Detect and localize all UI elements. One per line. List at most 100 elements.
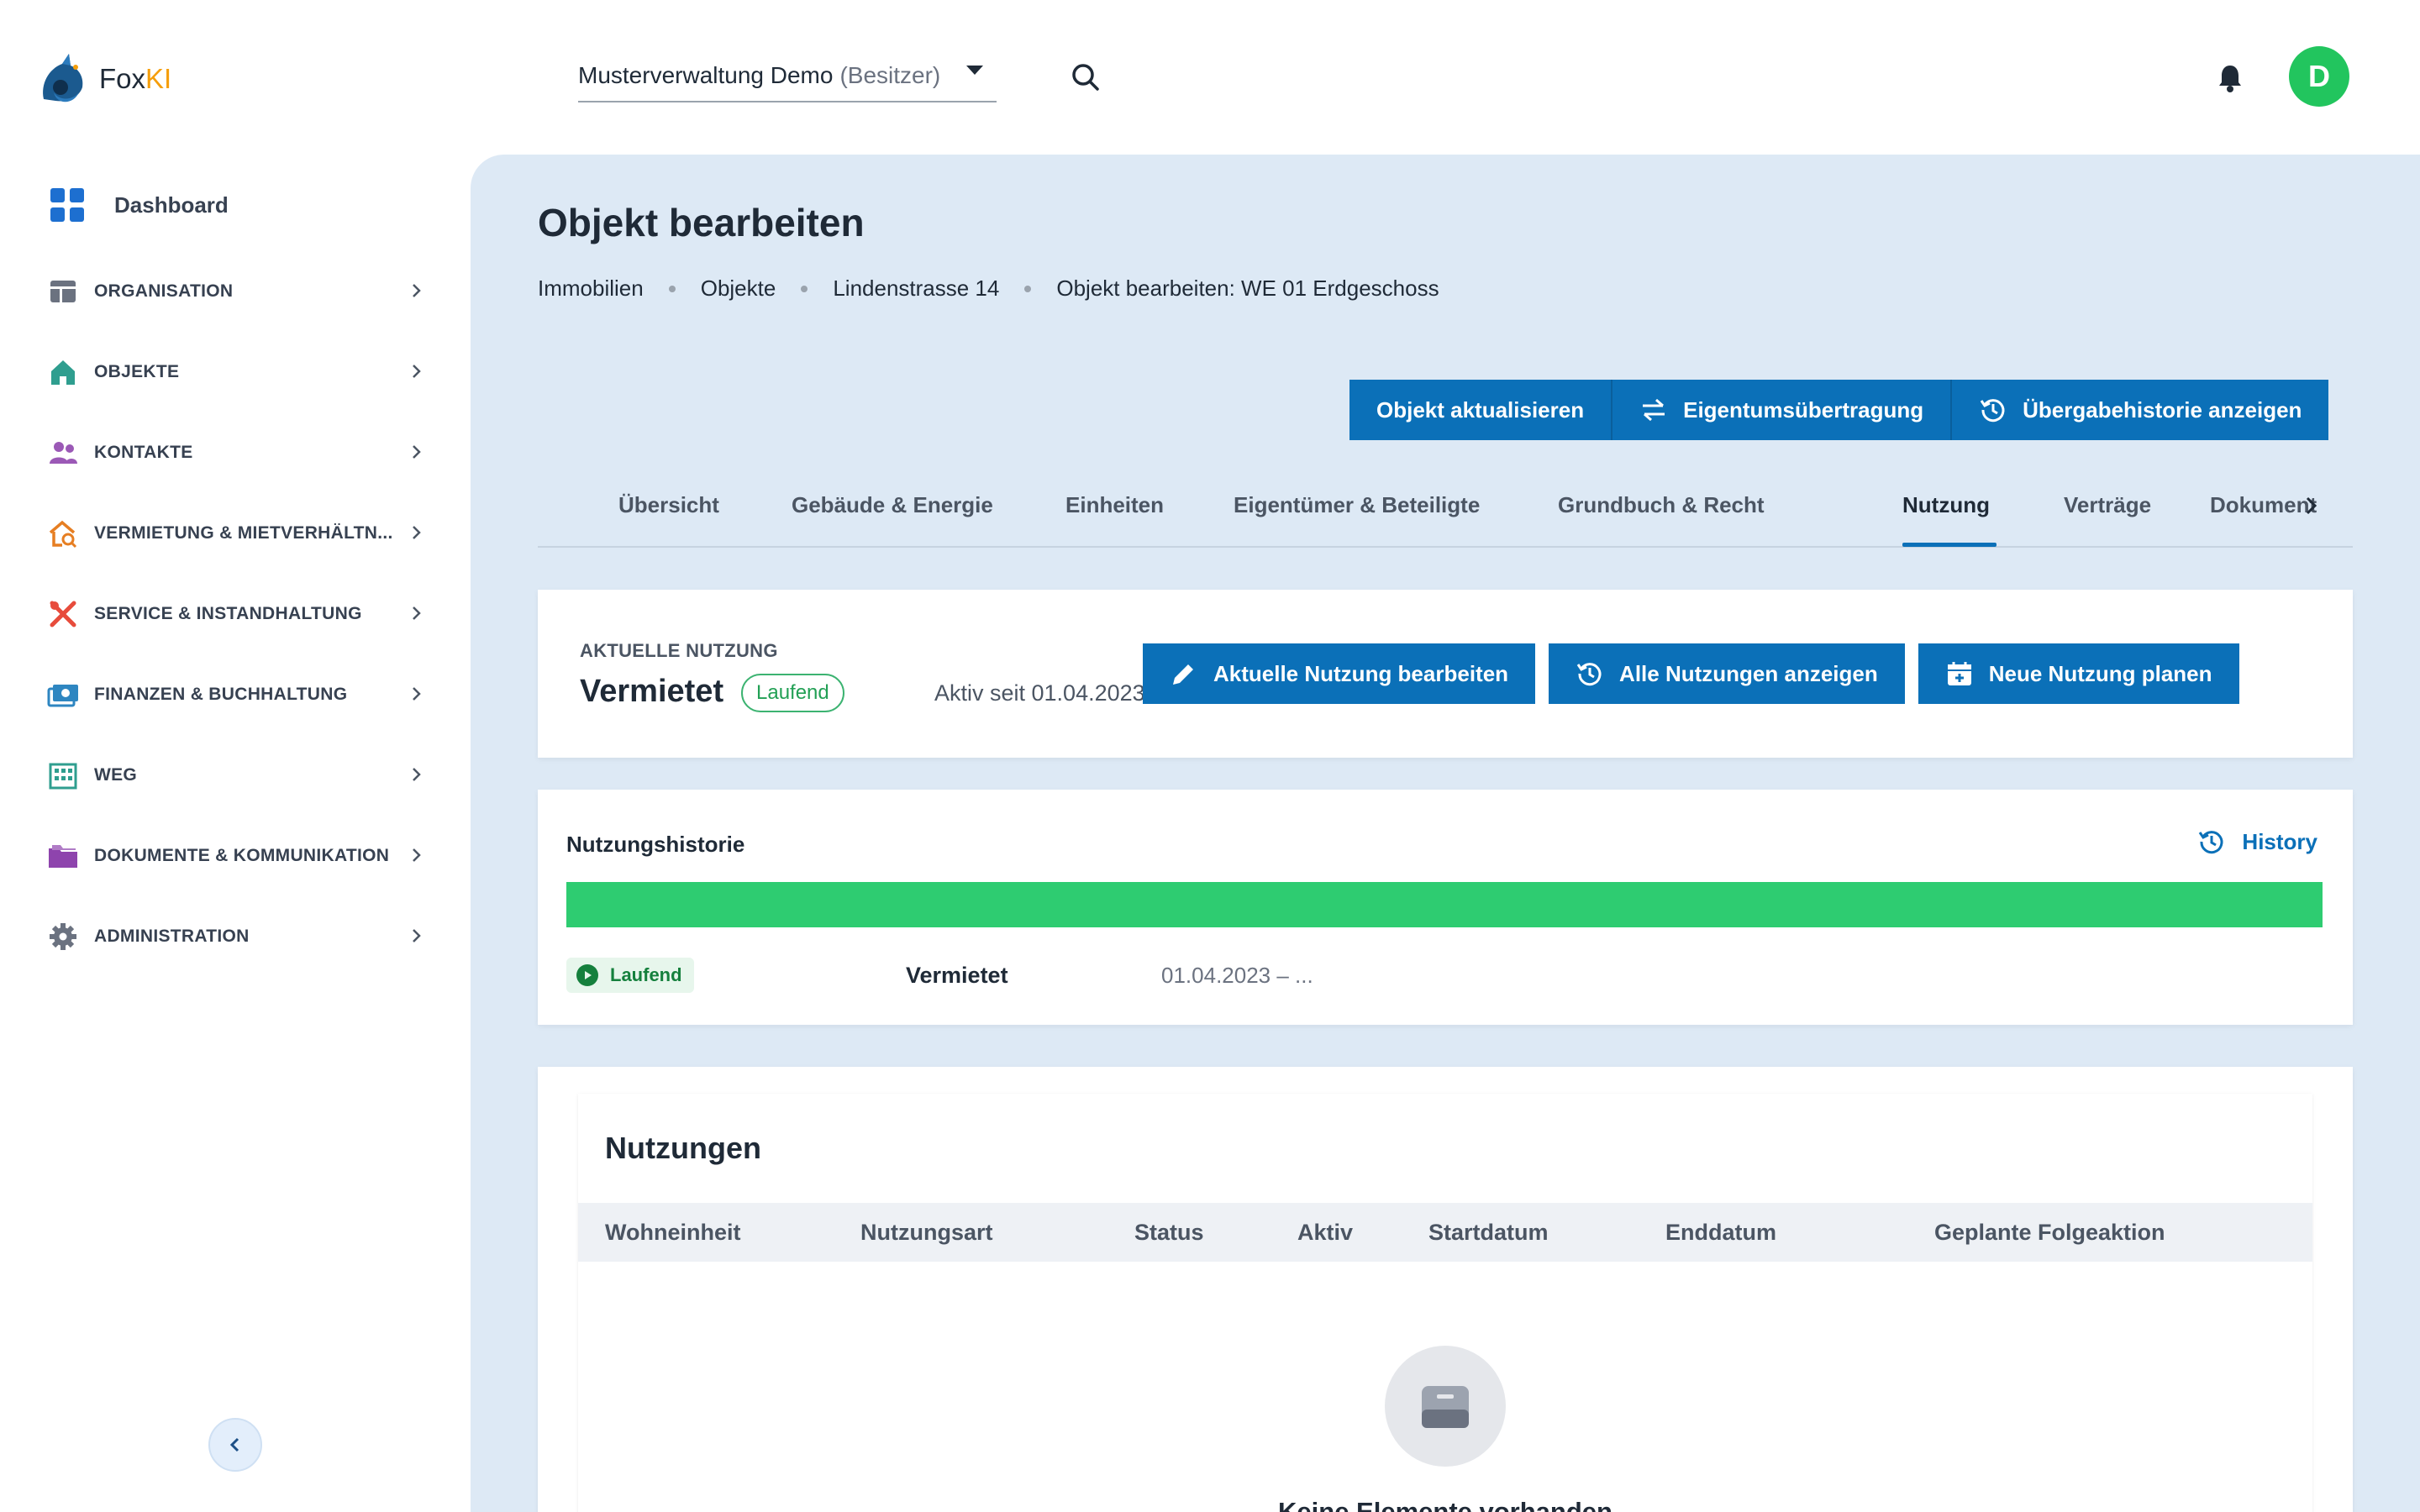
usages-title: Nutzungen bbox=[605, 1131, 761, 1165]
column-header[interactable]: Startdatum bbox=[1428, 1220, 1549, 1246]
chevron-right-icon bbox=[413, 365, 421, 378]
ownership-transfer-button[interactable]: Eigentumsübertragung bbox=[1612, 380, 1953, 440]
folder-icon bbox=[49, 845, 77, 868]
object-actions: Objekt aktualisieren Eigentumsübertragun… bbox=[1349, 380, 2329, 440]
edit-current-usage-button[interactable]: Aktuelle Nutzung bearbeiten bbox=[1143, 643, 1536, 704]
column-header[interactable]: Geplante Folgeaktion bbox=[1934, 1220, 2165, 1246]
sidebar-item-finanzen[interactable]: FINANZEN & BUCHHALTUNG bbox=[47, 674, 425, 716]
column-header[interactable]: Status bbox=[1134, 1220, 1204, 1246]
empty-state-text: Keine Elemente vorhanden bbox=[1278, 1497, 1612, 1512]
page-title: Objekt bearbeiten bbox=[538, 201, 865, 244]
history-link[interactable]: History bbox=[2196, 827, 2317, 857]
logo[interactable]: FoxKI bbox=[37, 50, 171, 108]
sidebar-item-organisation[interactable]: ORGANISATION bbox=[47, 270, 425, 312]
sidebar-item-administration[interactable]: ADMINISTRATION bbox=[47, 916, 425, 958]
history-icon bbox=[1576, 663, 1602, 686]
usages-card: Nutzungen Wohneinheit Nutzungsart Status… bbox=[538, 1067, 2353, 1512]
breadcrumb-item[interactable]: Objekte bbox=[701, 276, 776, 302]
sidebar-item-label: OBJEKTE bbox=[94, 362, 180, 381]
empty-inbox-icon bbox=[1385, 1346, 1506, 1467]
dashboard-grid-icon bbox=[50, 188, 84, 222]
history-status-badge: Laufend bbox=[566, 958, 694, 993]
tools-icon bbox=[50, 601, 76, 627]
breadcrumb: Immobilien Objekte Lindenstrasse 14 Obje… bbox=[538, 276, 1439, 302]
chevron-right-icon bbox=[413, 526, 421, 539]
main-content: Objekt bearbeiten Immobilien Objekte Lin… bbox=[471, 155, 2420, 1512]
tab-grundbuch[interactable]: Grundbuch & Recht bbox=[1558, 492, 1765, 518]
tab-vertraege[interactable]: Verträge bbox=[2064, 492, 2151, 518]
breadcrumb-current: Objekt bearbeiten: WE 01 Erdgeschoss bbox=[1056, 276, 1439, 301]
house-search-icon bbox=[49, 520, 77, 549]
layout-icon bbox=[50, 281, 76, 302]
history-icon bbox=[2199, 831, 2223, 854]
usages-table-container: Nutzungen Wohneinheit Nutzungsart Status… bbox=[578, 1094, 2312, 1512]
calendar-plus-icon bbox=[1947, 662, 1971, 685]
sidebar-collapse-button[interactable] bbox=[208, 1418, 262, 1472]
handover-history-button[interactable]: Übergabehistorie anzeigen bbox=[1952, 380, 2329, 440]
active-since-text: Aktiv seit 01.04.2023 bbox=[934, 680, 1145, 706]
current-usage-card: AKTUELLE NUTZUNG Vermietet Laufend Aktiv… bbox=[538, 590, 2353, 758]
history-usage-type: Vermietet bbox=[906, 963, 1008, 988]
swap-arrows-icon bbox=[1643, 398, 1665, 422]
sidebar-item-objekte[interactable]: OBJEKTE bbox=[47, 351, 425, 393]
plan-new-usage-button[interactable]: Neue Nutzung planen bbox=[1918, 643, 2239, 704]
search-icon[interactable] bbox=[1069, 60, 1102, 94]
usage-timeline-bar[interactable] bbox=[566, 882, 2323, 927]
pencil-icon bbox=[1173, 664, 1193, 685]
fox-logo-icon bbox=[43, 54, 83, 102]
active-tab-indicator bbox=[1902, 543, 1996, 547]
status-badge: Laufend bbox=[741, 674, 844, 712]
usage-history-title: Nutzungshistorie bbox=[566, 832, 745, 857]
money-icon bbox=[47, 685, 78, 707]
bell-icon[interactable] bbox=[2213, 60, 2247, 94]
sidebar-item-vermietung[interactable]: VERMIETUNG & MIETVERHÄLTN... bbox=[47, 512, 425, 554]
sidebar-item-label: Dashboard bbox=[114, 192, 229, 218]
chevron-right-icon bbox=[413, 848, 421, 862]
current-usage-label: AKTUELLE NUTZUNG bbox=[580, 640, 778, 661]
tab-gebaeude-energie[interactable]: Gebäude & Energie bbox=[792, 492, 993, 518]
caret-down-icon bbox=[966, 66, 983, 75]
sidebar-item-label: KONTAKTE bbox=[94, 443, 193, 462]
chevron-right-icon[interactable] bbox=[2299, 494, 2323, 517]
column-header[interactable]: Wohneinheit bbox=[605, 1220, 741, 1246]
column-header[interactable]: Enddatum bbox=[1665, 1220, 1776, 1246]
history-icon bbox=[1980, 399, 2005, 423]
tab-eigentuemer[interactable]: Eigentümer & Beteiligte bbox=[1234, 492, 1480, 518]
table-header: Wohneinheit Nutzungsart Status Aktiv Sta… bbox=[578, 1203, 2312, 1262]
chevron-left-icon bbox=[229, 1437, 239, 1452]
tenant-select[interactable]: Musterverwaltung Demo (Besitzer) bbox=[578, 50, 997, 102]
tab-nutzung[interactable]: Nutzung bbox=[1902, 492, 1990, 518]
breadcrumb-separator bbox=[1024, 285, 1032, 292]
sidebar: Dashboard ORGANISATION OBJEKTE KONTAKTE … bbox=[0, 155, 471, 1512]
sidebar-item-label: SERVICE & INSTANDHALTUNG bbox=[94, 604, 362, 623]
building-icon bbox=[49, 763, 77, 790]
sidebar-item-weg[interactable]: WEG bbox=[47, 754, 425, 796]
avatar[interactable]: D bbox=[2289, 46, 2349, 107]
breadcrumb-separator bbox=[801, 285, 808, 292]
column-header[interactable]: Aktiv bbox=[1297, 1220, 1353, 1246]
history-date-range: 01.04.2023 – ... bbox=[1161, 963, 1313, 988]
current-usage-actions: Aktuelle Nutzung bearbeiten Alle Nutzung… bbox=[1143, 643, 2253, 704]
sidebar-item-label: WEG bbox=[94, 765, 138, 785]
sidebar-item-kontakte[interactable]: KONTAKTE bbox=[47, 432, 425, 474]
topbar: FoxKI Musterverwaltung Demo (Besitzer) D bbox=[0, 0, 2420, 155]
chevron-right-icon bbox=[413, 687, 421, 701]
update-object-button[interactable]: Objekt aktualisieren bbox=[1349, 380, 1613, 440]
tab-einheiten[interactable]: Einheiten bbox=[1065, 492, 1164, 518]
sidebar-item-dokumente[interactable]: DOKUMENTE & KOMMUNIKATION bbox=[47, 835, 425, 877]
chevron-right-icon bbox=[413, 606, 421, 620]
sidebar-item-service[interactable]: SERVICE & INSTANDHALTUNG bbox=[47, 593, 425, 635]
breadcrumb-item[interactable]: Immobilien bbox=[538, 276, 644, 302]
column-header[interactable]: Nutzungsart bbox=[860, 1220, 993, 1246]
breadcrumb-separator bbox=[668, 285, 676, 292]
current-usage-value: Vermietet bbox=[580, 674, 724, 709]
chevron-right-icon bbox=[413, 445, 421, 459]
show-all-usages-button[interactable]: Alle Nutzungen anzeigen bbox=[1549, 643, 1905, 704]
sidebar-item-label: DOKUMENTE & KOMMUNIKATION bbox=[94, 846, 390, 865]
tab-uebersicht[interactable]: Übersicht bbox=[618, 492, 719, 518]
sidebar-item-dashboard[interactable]: Dashboard bbox=[50, 188, 229, 222]
brand-name: FoxKI bbox=[99, 63, 172, 94]
sidebar-item-label: VERMIETUNG & MIETVERHÄLTN... bbox=[94, 523, 393, 543]
breadcrumb-item[interactable]: Lindenstrasse 14 bbox=[833, 276, 999, 302]
sidebar-item-label: ADMINISTRATION bbox=[94, 927, 250, 946]
